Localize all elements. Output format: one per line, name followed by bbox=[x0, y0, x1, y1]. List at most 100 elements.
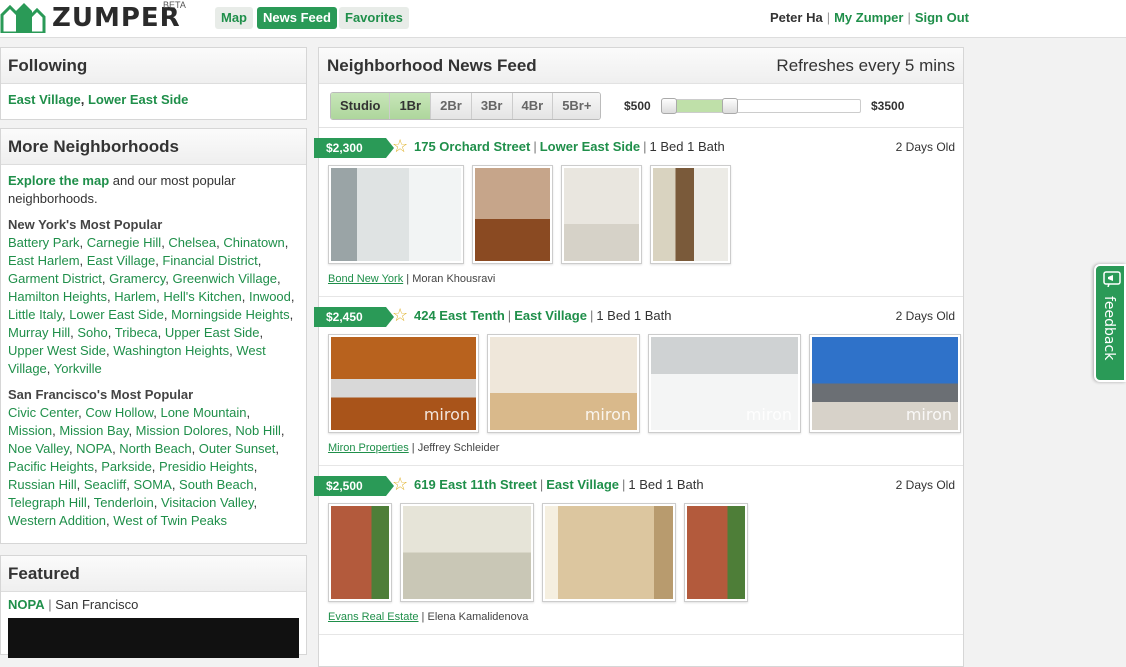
nav-news-feed[interactable]: News Feed bbox=[257, 7, 337, 29]
neighborhood-link-soma[interactable]: SOMA bbox=[134, 477, 172, 492]
listing-photo[interactable] bbox=[650, 165, 731, 264]
listing-photo[interactable] bbox=[328, 165, 464, 264]
listing-photo[interactable] bbox=[542, 503, 676, 602]
photo-empty-room-window: miron bbox=[490, 337, 637, 430]
neighborhood-link-little-italy[interactable]: Little Italy bbox=[8, 307, 62, 322]
listing-photo[interactable]: miron bbox=[487, 334, 640, 433]
listing-photo[interactable] bbox=[684, 503, 748, 602]
neighborhood-link-west-of-twin-peaks[interactable]: West of Twin Peaks bbox=[113, 513, 227, 528]
listing-photo[interactable] bbox=[400, 503, 534, 602]
listing-photo[interactable] bbox=[561, 165, 642, 264]
nav-favorites[interactable]: Favorites bbox=[339, 7, 409, 29]
neighborhood-link-russian-hill[interactable]: Russian Hill bbox=[8, 477, 77, 492]
price-slider-min-handle[interactable] bbox=[661, 98, 677, 114]
bedroom-filter-studio[interactable]: Studio bbox=[331, 93, 390, 119]
neighborhood-link-greenwich-village[interactable]: Greenwich Village bbox=[172, 271, 277, 286]
broker-link[interactable]: Miron Properties bbox=[328, 442, 409, 454]
logo-buildings-icon bbox=[0, 3, 46, 33]
following-link-east-village[interactable]: East Village bbox=[8, 92, 81, 107]
neighborhood-link-visitacion-valley[interactable]: Visitacion Valley bbox=[161, 495, 254, 510]
photo-watermark: miron bbox=[745, 405, 792, 424]
neighborhood-link-pacific-heights[interactable]: Pacific Heights bbox=[8, 459, 94, 474]
neighborhood-link-upper-west-side[interactable]: Upper West Side bbox=[8, 343, 106, 358]
featured-media[interactable] bbox=[8, 618, 299, 658]
zumper-logo[interactable]: ZUMPER bbox=[0, 2, 181, 34]
neighborhood-link-harlem[interactable]: Harlem bbox=[114, 289, 156, 304]
bedroom-filter-1br[interactable]: 1Br bbox=[389, 93, 431, 119]
neighborhood-link-chelsea[interactable]: Chelsea bbox=[168, 235, 216, 250]
neighborhood-link-lower-east-side[interactable]: Lower East Side bbox=[69, 307, 164, 322]
listing-photo[interactable]: miron bbox=[809, 334, 961, 433]
listing-photo[interactable]: miron bbox=[648, 334, 801, 433]
neighborhood-link-carnegie-hill[interactable]: Carnegie Hill bbox=[87, 235, 161, 250]
bedroom-filter-3br[interactable]: 3Br bbox=[470, 93, 512, 119]
neighborhood-link-seacliff[interactable]: Seacliff bbox=[84, 477, 126, 492]
neighborhood-link-hamilton-heights[interactable]: Hamilton Heights bbox=[8, 289, 107, 304]
neighborhood-link-soho[interactable]: Soho bbox=[77, 325, 107, 340]
neighborhood-link-north-beach[interactable]: North Beach bbox=[119, 441, 191, 456]
neighborhood-link-civic-center[interactable]: Civic Center bbox=[8, 405, 78, 420]
listing-address-link[interactable]: 424 East Tenth bbox=[414, 308, 505, 323]
listing-photo[interactable] bbox=[328, 503, 392, 602]
following-link-lower-east-side[interactable]: Lower East Side bbox=[88, 92, 188, 107]
neighborhood-link-mission[interactable]: Mission bbox=[8, 423, 52, 438]
neighborhood-link-murray-hill[interactable]: Murray Hill bbox=[8, 325, 70, 340]
listing-neighborhood-link[interactable]: East Village bbox=[514, 308, 587, 323]
top-bar: ZUMPER BETA Map News Feed Favorites Pete… bbox=[0, 0, 1126, 38]
listing-address-link[interactable]: 175 Orchard Street bbox=[414, 139, 530, 154]
sign-out-link[interactable]: Sign Out bbox=[915, 10, 969, 25]
neighborhood-link-mission-dolores[interactable]: Mission Dolores bbox=[136, 423, 228, 438]
neighborhood-link-east-village[interactable]: East Village bbox=[87, 253, 155, 268]
favorite-star-icon[interactable]: ☆ bbox=[392, 136, 408, 157]
broker-link[interactable]: Bond New York bbox=[328, 273, 403, 285]
separator: | bbox=[507, 308, 512, 323]
neighborhood-link-chinatown[interactable]: Chinatown bbox=[223, 235, 284, 250]
price-slider[interactable] bbox=[661, 98, 861, 114]
neighborhood-link-washington-heights[interactable]: Washington Heights bbox=[113, 343, 229, 358]
listing-address-link[interactable]: 619 East 11th Street bbox=[414, 477, 537, 492]
listing-neighborhood-link[interactable]: East Village bbox=[546, 477, 619, 492]
neighborhood-link-morningside-heights[interactable]: Morningside Heights bbox=[171, 307, 290, 322]
neighborhood-link-south-beach[interactable]: South Beach bbox=[179, 477, 253, 492]
neighborhood-link-east-harlem[interactable]: East Harlem bbox=[8, 253, 80, 268]
neighborhood-link-nob-hill[interactable]: Nob Hill bbox=[235, 423, 281, 438]
favorite-star-icon[interactable]: ☆ bbox=[392, 474, 408, 495]
neighborhood-link-garment-district[interactable]: Garment District bbox=[8, 271, 102, 286]
featured-title: Featured bbox=[1, 556, 306, 592]
my-zumper-link[interactable]: My Zumper bbox=[834, 10, 903, 25]
neighborhood-link-inwood[interactable]: Inwood bbox=[249, 289, 291, 304]
listing-neighborhood-link[interactable]: Lower East Side bbox=[540, 139, 640, 154]
neighborhood-link-cow-hollow[interactable]: Cow Hollow bbox=[85, 405, 153, 420]
neighborhood-link-nopa[interactable]: NOPA bbox=[76, 441, 112, 456]
neighborhood-link-battery-park[interactable]: Battery Park bbox=[8, 235, 80, 250]
nav-map[interactable]: Map bbox=[215, 7, 253, 29]
bedroom-filter-4br[interactable]: 4Br bbox=[511, 93, 553, 119]
neighborhood-link-noe-valley[interactable]: Noe Valley bbox=[8, 441, 69, 456]
bedroom-filter-2br[interactable]: 2Br bbox=[430, 93, 471, 119]
favorite-star-icon[interactable]: ☆ bbox=[392, 305, 408, 326]
bedroom-filter-5br[interactable]: 5Br+ bbox=[552, 93, 601, 119]
neighborhood-link-western-addition[interactable]: Western Addition bbox=[8, 513, 106, 528]
neighborhood-link-mission-bay[interactable]: Mission Bay bbox=[59, 423, 128, 438]
neighborhood-link-telegraph-hill[interactable]: Telegraph Hill bbox=[8, 495, 87, 510]
broker-link[interactable]: Evans Real Estate bbox=[328, 611, 419, 623]
neighborhood-link-outer-sunset[interactable]: Outer Sunset bbox=[199, 441, 276, 456]
neighborhood-link-gramercy[interactable]: Gramercy bbox=[109, 271, 165, 286]
neighborhood-link-financial-district[interactable]: Financial District bbox=[162, 253, 257, 268]
neighborhood-link-hell-s-kitchen[interactable]: Hell's Kitchen bbox=[163, 289, 241, 304]
feedback-tab[interactable]: feedback bbox=[1094, 264, 1126, 382]
neighborhood-link-tenderloin[interactable]: Tenderloin bbox=[94, 495, 154, 510]
ny-popular-title: New York's Most Popular bbox=[8, 217, 163, 232]
price-slider-max-handle[interactable] bbox=[722, 98, 739, 114]
neighborhood-link-presidio-heights[interactable]: Presidio Heights bbox=[159, 459, 254, 474]
listing-photo[interactable] bbox=[472, 165, 553, 264]
listing-photo[interactable]: miron bbox=[328, 334, 479, 433]
neighborhood-link-upper-east-side[interactable]: Upper East Side bbox=[165, 325, 260, 340]
explore-map-link[interactable]: Explore the map bbox=[8, 173, 109, 188]
neighborhood-link-yorkville[interactable]: Yorkville bbox=[54, 361, 102, 376]
neighborhood-link-lone-mountain[interactable]: Lone Mountain bbox=[160, 405, 246, 420]
featured-link[interactable]: NOPA bbox=[8, 597, 45, 612]
neighborhood-link-tribeca[interactable]: Tribeca bbox=[115, 325, 158, 340]
separator: | bbox=[622, 477, 626, 492]
neighborhood-link-parkside[interactable]: Parkside bbox=[101, 459, 152, 474]
